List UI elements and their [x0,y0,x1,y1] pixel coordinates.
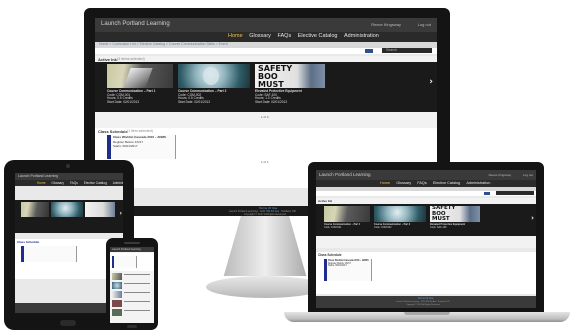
laptop-carousel-next-icon[interactable]: › [531,214,534,222]
course-thumb-3[interactable]: SAFETY BOO MUST [255,64,325,88]
laptop-safety-sign-text: SAFETY BOO MUST [432,206,456,222]
laptop-schedule-header: Class Schedule [318,253,342,257]
phone-list-item[interactable] [112,309,122,316]
laptop-nav-catalog[interactable]: Elective Catalog [433,181,460,185]
courses-pager: 1 of 3 [261,115,269,119]
laptop-carousel: SAFETY BOO MUST Course Communication – P… [316,204,536,236]
laptop-footer-line1: Launch Portland Learning · 1221 SW 4th A… [396,300,450,303]
safety-sign-text: SAFETY BOO MUST [258,64,293,89]
phone-list-item[interactable] [112,273,122,280]
tablet-course-thumb-3[interactable] [85,202,115,217]
laptop-schedule-card-line2: Starts: 09/01/2017 [328,265,347,268]
course-card-3: Elevated Protective Equipment Code: SAF-… [255,89,325,105]
schedule-card-title[interactable]: Class Wishlist Cascade 2016 – ADMS [113,135,173,139]
tablet-nav-bar: Home Glossary FAQs Elective Catalog Admi… [37,181,123,185]
phone-schedule [110,253,154,271]
tablet-nav-home[interactable]: Home [37,181,46,185]
course-thumb-2[interactable] [178,64,250,88]
laptop-course-thumb-3[interactable]: SAFETY BOO MUST [430,206,480,222]
phone-screen: Launch Portland Learning [110,247,154,323]
search-placeholder: Search [386,48,398,52]
nav-administration[interactable]: Administration [344,33,379,39]
nav-home[interactable]: Home [228,33,243,39]
laptop-nav-bar: Home Glossary FAQs Elective Catalog Admi… [380,181,495,185]
course-card-2: Course Communication – Part 2 Code: COM-… [178,89,250,105]
nav-bar: Home Glossary FAQs Elective Catalog Admi… [228,33,384,39]
app-header: Launch Portland Learning Reece Kingsway … [95,18,437,32]
phone-schedule-card[interactable] [114,256,137,268]
phone-home-button-icon[interactable] [127,325,137,328]
laptop-footer: Terms Of Use Launch Portland Learning · … [316,296,536,308]
laptop-course-thumb-1[interactable] [324,206,370,222]
laptop-course-code-1: Code: COM-001 [324,225,342,229]
laptop-nav-home[interactable]: Home [380,181,390,185]
schedule-pager: 1 of 1 [261,160,269,164]
tablet-nav-admin[interactable]: Administration [113,181,123,185]
laptop-course-code-3: Code: SAF-100 [430,225,447,229]
nav-faqs[interactable]: FAQs [277,33,291,39]
laptop-nav-glossary[interactable]: Glossary [396,181,411,185]
monitor-stand-neck [223,216,307,276]
laptop-logout-link[interactable]: Log out [523,173,533,177]
user-name[interactable]: Reece Kingsway [371,22,401,27]
course-date-1: Start Date: 02/01/2013 [107,100,140,105]
nav-elective-catalog[interactable]: Elective Catalog [298,33,338,39]
laptop-app-title: Launch Portland Learning [319,172,371,177]
tablet-schedule-card[interactable] [24,246,77,262]
laptop-screen: Launch Portland Learning Reece Kingsway … [316,170,536,308]
tablet-carousel: › [15,200,123,233]
tablet-nav-faqs[interactable]: FAQs [70,181,78,185]
laptop-user-name[interactable]: Reece Kingsway [489,173,511,177]
search-bar: Search [95,48,437,54]
course-card-1: Course Communication – Part 1 Code: COM-… [107,89,173,105]
tablet-nav-catalog[interactable]: Elective Catalog [84,181,107,185]
laptop-search-input[interactable] [496,191,534,195]
schedule-card[interactable]: Class Wishlist Cascade 2016 – ADMS Regis… [111,135,176,159]
breadcrumb-text[interactable]: Home > Curriculum List > Elective Catalo… [99,42,228,46]
tablet-app-title: Launch Portland Learning [18,174,59,178]
carousel-next-icon[interactable]: › [429,77,433,87]
main-nav: Home Glossary FAQs Elective Catalog Admi… [95,32,437,42]
footer-line2: Copyright © 2017 All Rights Reserved [244,212,287,216]
laptop-course-thumb-2[interactable] [374,206,426,222]
course-carousel: Course Communication – Part 1 Code: COM-… [95,62,437,112]
course-thumb-1[interactable] [107,64,173,88]
nav-glossary[interactable]: Glossary [249,33,271,39]
tablet-carousel-next-icon[interactable]: › [120,210,122,217]
schedule-subheader: (1 item selected) [127,129,153,133]
courses-subheader: (3 items selected) [117,57,145,61]
tablet-camera-icon [66,164,70,168]
tablet-course-thumb-1[interactable] [21,202,49,217]
phone-app-title: Launch Portland Learning [112,247,141,251]
phone-list-item[interactable] [112,282,122,289]
app-title: Launch Portland Learning [101,21,170,27]
laptop-nav-faqs[interactable]: FAQs [417,181,427,185]
laptop-footer-line2: Copyright © 2017 All Rights Reserved [406,303,440,306]
laptop-courses-header: Active Ink [318,199,333,203]
phone-list-item[interactable] [112,300,122,307]
phone-list-lines [124,274,150,318]
course-date-2: Start Date: 02/01/2013 [178,100,211,105]
phone-list [110,273,154,323]
tablet-nav-glossary[interactable]: Glossary [51,181,64,185]
phone-speaker-icon [124,242,140,244]
laptop-trackpad-notch [404,312,450,315]
laptop-nav-admin[interactable]: Administration [466,181,490,185]
search-input[interactable]: Search [382,48,432,53]
logout-link[interactable]: Log out [418,22,431,27]
search-go-button[interactable] [365,49,373,53]
tablet-course-thumb-2[interactable] [51,202,83,217]
laptop-schedule: Class Schedule Class Wishlist Cascade 20… [316,252,536,294]
laptop-schedule-card[interactable]: Class Wishlist Cascade 2016 – ADMS Regis… [327,259,372,281]
schedule-card-line2: Starts: 09/01/2017 [113,143,138,148]
phone-list-item[interactable] [112,291,122,298]
tablet-home-button-icon[interactable] [60,320,76,326]
monitor-stand-base [206,276,324,298]
course-date-3: Start Date: 02/01/2013 [255,100,288,105]
laptop-course-code-2: Code: COM-002 [374,225,392,229]
schedule-header: Class Schedule [98,129,128,134]
tablet-schedule-header: Class Schedule [17,240,40,244]
laptop-search-go-button[interactable] [484,192,490,195]
